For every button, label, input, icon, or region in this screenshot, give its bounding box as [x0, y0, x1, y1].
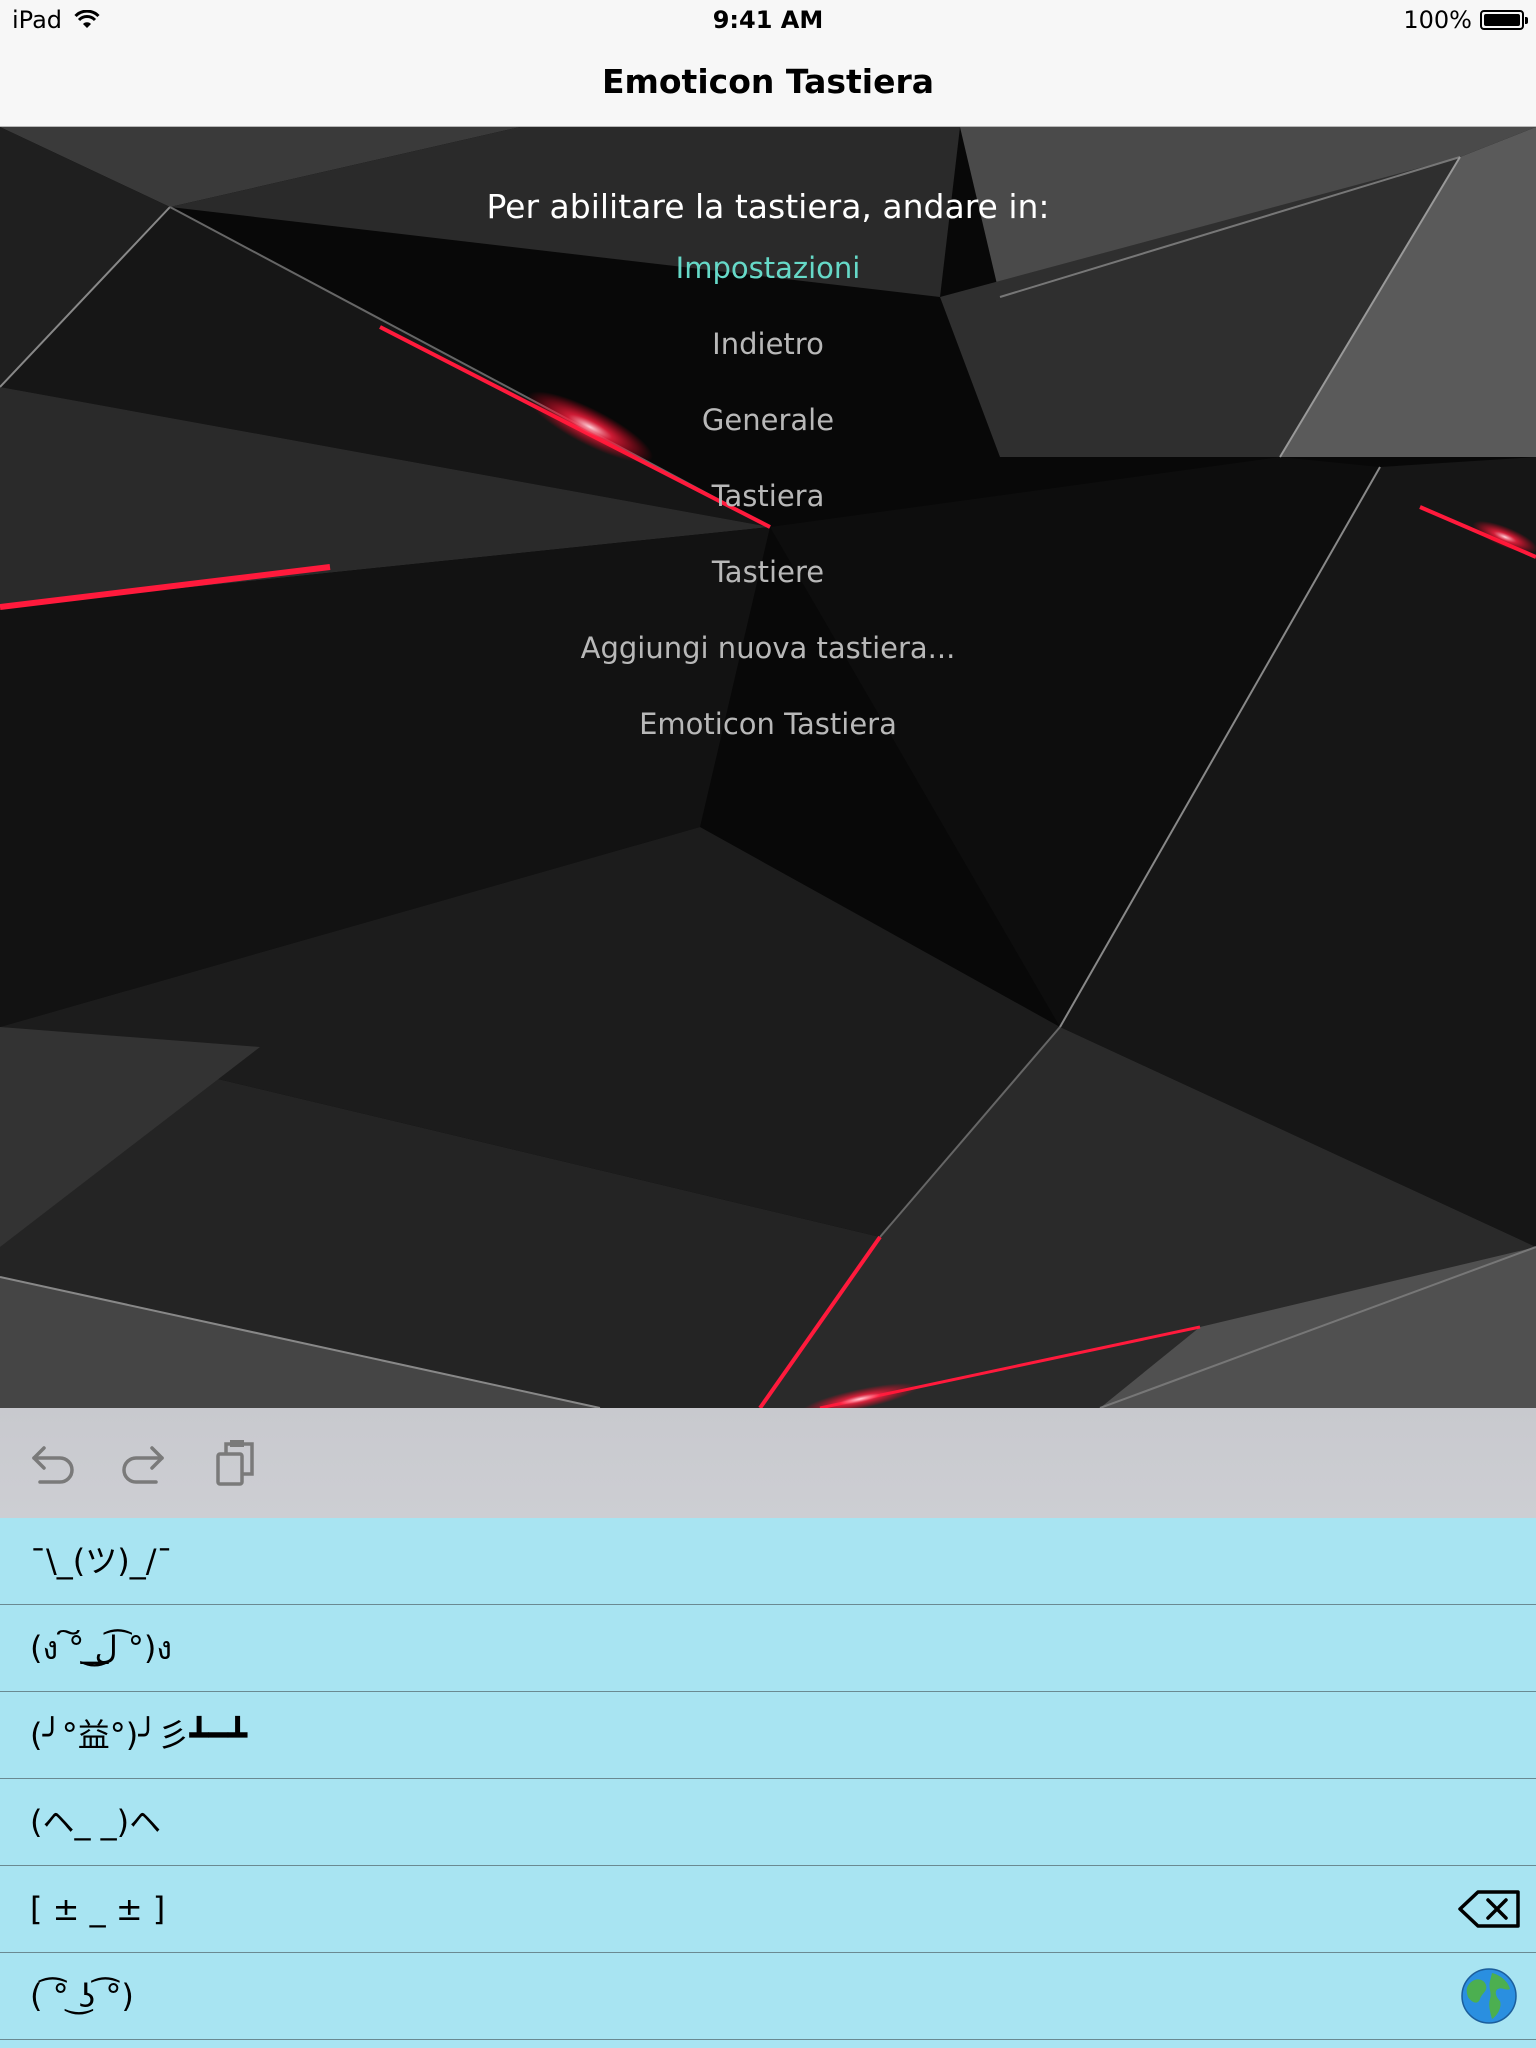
step-item: Generale [701, 403, 835, 437]
emoticon-list: ¯\_(ツ)_/¯ (ง ͠° ͟ل͜ ͡°)ง (╯°益°)╯彡┻━┻ (ヘ_… [0, 1518, 1536, 2048]
step-item: Indietro [712, 327, 824, 361]
emoticon-table-flip[interactable]: (╯°益°)╯彡┻━┻ [0, 1692, 1536, 1779]
instructions: Per abilitare la tastiera, andare in: Im… [0, 187, 1536, 778]
emoticon-text: (╯°益°)╯彡┻━┻ [30, 1716, 248, 1754]
step-item: Tastiera [711, 479, 825, 513]
emoticon-text: ( ͡° ͜ʖ ͡°) [30, 1977, 134, 2015]
emoticon-lenny[interactable]: ( ͡° ͜ʖ ͡°) [0, 1953, 1536, 2040]
navigation-bar: Emoticon Tastiera [0, 40, 1536, 127]
instructions-title: Per abilitare la tastiera, andare in: [486, 187, 1050, 226]
step-settings-link[interactable]: Impostazioni [0, 246, 1536, 322]
emoticon-text: (ヘ_ _)ヘ [30, 1803, 162, 1841]
keyboard-toolbar [0, 1408, 1536, 1518]
battery-icon [1480, 10, 1528, 30]
emoticon-fight[interactable]: (ง ͠° ͟ل͜ ͡°)ง [0, 1605, 1536, 1692]
backspace-icon[interactable] [1456, 1878, 1522, 1940]
undo-icon[interactable] [26, 1436, 80, 1490]
content-area: Per abilitare la tastiera, andare in: Im… [0, 127, 1536, 1408]
app-screen: iPad 9:41 AM 100% Emoticon Tastiera Per … [0, 0, 1536, 2048]
clipboard-icon[interactable] [208, 1436, 262, 1490]
status-right: 100% [1403, 6, 1528, 34]
redo-icon[interactable] [116, 1436, 170, 1490]
emoticon-text: ¯\_(ツ)_/¯ [30, 1542, 173, 1580]
step-item: Tastiere [711, 555, 825, 589]
step-item: Emoticon Tastiera [639, 707, 897, 741]
status-bar: iPad 9:41 AM 100% [0, 0, 1536, 40]
emoticon-keyboard: ¯\_(ツ)_/¯ (ง ͠° ͟ل͜ ͡°)ง (╯°益°)╯彡┻━┻ (ヘ_… [0, 1408, 1536, 2048]
battery-percent: 100% [1403, 6, 1472, 34]
step-item: Aggiungi nuova tastiera... [580, 631, 956, 665]
globe-icon[interactable] [1456, 1965, 1522, 2027]
emoticon-text: (ง ͠° ͟ل͜ ͡°)ง [30, 1629, 172, 1667]
emoticon-shrug[interactable]: ¯\_(ツ)_/¯ [0, 1518, 1536, 1605]
emoticon-text: [ ± _ ± ] [30, 1890, 166, 1928]
emoticon-face[interactable]: [ ± _ ± ] [0, 1866, 1536, 1953]
emoticon-bow[interactable]: (ヘ_ _)ヘ [0, 1779, 1536, 1866]
page-title: Emoticon Tastiera [601, 62, 935, 101]
status-time: 9:41 AM [712, 6, 824, 34]
